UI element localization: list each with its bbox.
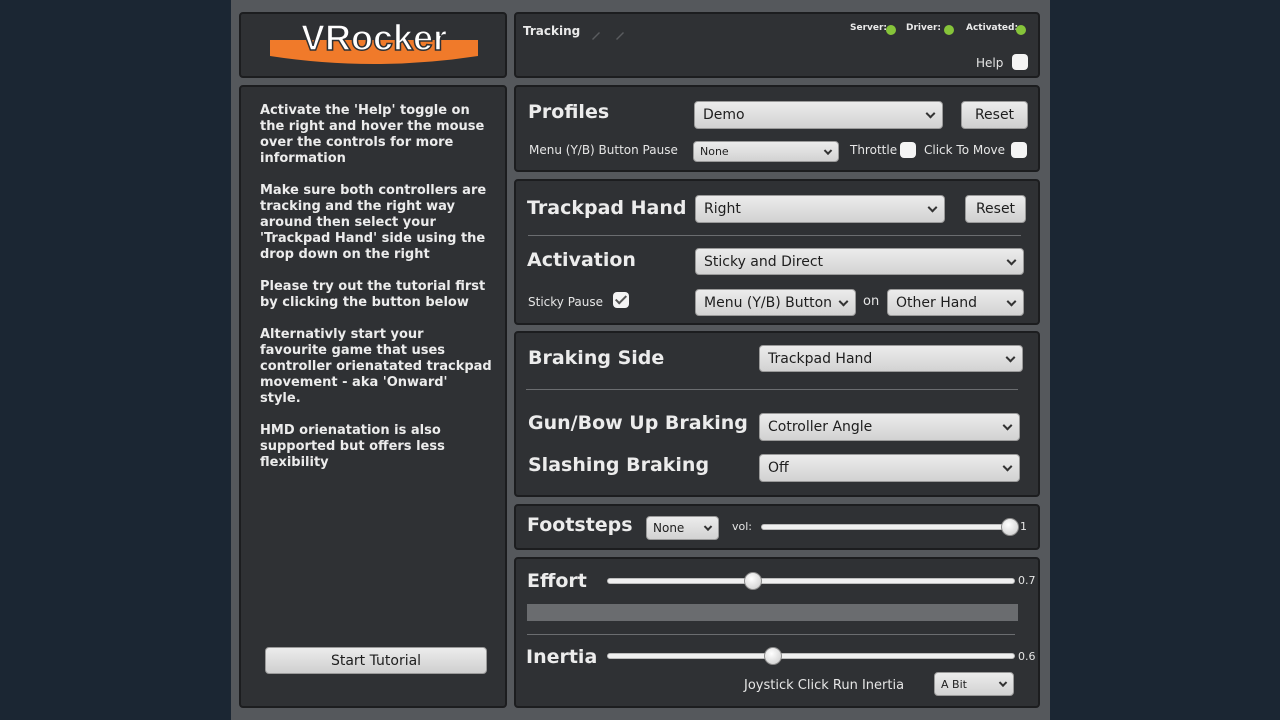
gun-braking-dropdown[interactable]: Cotroller Angle — [759, 413, 1020, 441]
driver-label: Driver: — [906, 23, 942, 33]
divider — [527, 634, 1015, 635]
vrocker-logo: VRocker — [270, 20, 478, 64]
sticky-pause-checkbox[interactable] — [613, 292, 629, 308]
volume-slider-track — [761, 524, 1013, 530]
help-paragraph: Please try out the tutorial first by cli… — [260, 279, 486, 310]
chevron-down-icon — [1006, 255, 1017, 266]
help-text: Activate the 'Help' toggle on the right … — [260, 103, 492, 487]
footsteps-dropdown[interactable]: None — [646, 516, 719, 540]
click-to-move-label: Click To Move — [924, 143, 1006, 157]
logo-panel: VRocker — [239, 12, 507, 78]
profiles-panel: Profiles Demo Reset Menu (Y/B) Button Pa… — [514, 85, 1040, 172]
sticky-pause-label: Sticky Pause — [528, 295, 603, 309]
trackpad-panel: Trackpad Hand Right Reset Activation Sti… — [514, 179, 1040, 325]
effort-slider-thumb[interactable] — [744, 572, 762, 590]
activation-dropdown[interactable]: Sticky and Direct — [695, 248, 1024, 275]
activation-title: Activation — [527, 249, 636, 271]
slashing-braking-dropdown[interactable]: Off — [759, 454, 1020, 482]
braking-panel: Braking Side Trackpad Hand Gun/Bow Up Br… — [514, 331, 1040, 497]
activated-label: Activated: — [966, 23, 1019, 33]
inertia-value: 0.6 — [1018, 650, 1036, 663]
volume-label: vol: — [732, 520, 753, 533]
menu-pause-selected: None — [700, 145, 729, 158]
help-paragraph: Make sure both controllers are tracking … — [260, 183, 487, 262]
svg-text:VRocker: VRocker — [301, 20, 447, 58]
help-paragraph: Activate the 'Help' toggle on the right … — [260, 103, 485, 166]
controller-right-icon — [614, 26, 626, 40]
profiles-title: Profiles — [528, 101, 610, 123]
trackpad-hand-dropdown[interactable]: Right — [695, 195, 945, 223]
controller-left-icon — [590, 26, 602, 40]
server-label: Server: — [850, 23, 888, 33]
sticky-pause-hand-selected: Other Hand — [896, 294, 978, 311]
help-label: Help — [976, 56, 1004, 70]
effort-title: Effort — [527, 570, 587, 592]
chevron-down-icon — [1005, 352, 1016, 363]
gun-braking-title: Gun/Bow Up Braking — [528, 412, 748, 434]
app-window: VRocker Tracking Server: Driver: Activat… — [231, 0, 1050, 720]
menu-pause-dropdown[interactable]: None — [693, 141, 839, 162]
chevron-down-icon — [1002, 461, 1013, 472]
braking-side-title: Braking Side — [528, 347, 665, 369]
divider — [528, 235, 1021, 236]
sticky-pause-button-selected: Menu (Y/B) Button — [704, 294, 833, 311]
chevron-down-icon — [1002, 420, 1013, 431]
throttle-label: Throttle — [850, 143, 898, 157]
profile-dropdown[interactable]: Demo — [694, 101, 943, 129]
joystick-run-inertia-dropdown[interactable]: A Bit — [934, 672, 1014, 696]
help-paragraph: Alternativly start your favourite game t… — [260, 327, 492, 406]
slashing-braking-title: Slashing Braking — [528, 454, 710, 476]
status-panel: Tracking Server: Driver: Activated: Help — [514, 12, 1040, 78]
chevron-down-icon — [925, 108, 936, 119]
chevron-down-icon — [927, 202, 938, 213]
profile-selected: Demo — [703, 107, 745, 123]
chevron-down-icon — [838, 296, 849, 307]
braking-side-dropdown[interactable]: Trackpad Hand — [759, 345, 1023, 372]
volume-slider-thumb[interactable] — [1001, 518, 1019, 536]
inertia-title: Inertia — [526, 646, 598, 668]
help-paragraph: HMD orienatation is also supported but o… — [260, 423, 445, 470]
server-status-indicator — [886, 25, 896, 35]
help-text-panel: Activate the 'Help' toggle on the right … — [239, 85, 507, 708]
trackpad-hand-title: Trackpad Hand — [527, 197, 687, 219]
divider — [526, 389, 1018, 390]
footsteps-title: Footsteps — [527, 514, 633, 536]
inertia-slider[interactable] — [607, 647, 1017, 665]
click-to-move-toggle[interactable] — [1011, 142, 1027, 158]
chevron-down-icon — [1006, 296, 1017, 307]
start-tutorial-button[interactable]: Start Tutorial — [265, 647, 487, 674]
chevron-down-icon — [823, 146, 833, 155]
menu-pause-label: Menu (Y/B) Button Pause — [529, 143, 678, 157]
volume-value: 1 — [1020, 520, 1027, 533]
footsteps-selected: None — [653, 521, 685, 535]
effort-slider[interactable] — [607, 572, 1017, 590]
sticky-pause-button-dropdown[interactable]: Menu (Y/B) Button — [695, 289, 856, 316]
driver-status-indicator — [944, 25, 954, 35]
braking-side-selected: Trackpad Hand — [768, 350, 873, 367]
effort-slider-track — [607, 578, 1015, 584]
joystick-run-inertia-label: Joystick Click Run Inertia — [744, 678, 905, 693]
joystick-run-inertia-selected: A Bit — [941, 677, 967, 691]
chevron-down-icon — [703, 522, 713, 532]
throttle-toggle[interactable] — [900, 142, 916, 158]
chevron-down-icon — [998, 678, 1008, 688]
activated-status-indicator — [1016, 25, 1026, 35]
volume-slider[interactable] — [761, 518, 1019, 536]
activation-selected: Sticky and Direct — [704, 253, 824, 270]
tracking-label: Tracking — [523, 24, 581, 38]
profile-reset-button[interactable]: Reset — [961, 101, 1028, 129]
help-toggle[interactable] — [1012, 54, 1028, 70]
slashing-braking-selected: Off — [768, 460, 789, 476]
gun-braking-selected: Cotroller Angle — [768, 419, 873, 435]
trackpad-hand-selected: Right — [704, 201, 741, 217]
effort-meter-bar — [527, 604, 1018, 621]
effort-panel: Effort 0.7 Inertia 0.6 Joystick Click Ru… — [514, 557, 1040, 708]
sticky-pause-hand-dropdown[interactable]: Other Hand — [887, 289, 1024, 316]
effort-value: 0.7 — [1018, 574, 1036, 587]
trackpad-reset-button[interactable]: Reset — [965, 195, 1026, 223]
footsteps-panel: Footsteps None vol: 1 — [514, 504, 1040, 550]
on-label: on — [863, 294, 880, 309]
inertia-slider-track — [607, 653, 1015, 659]
inertia-slider-thumb[interactable] — [764, 647, 782, 665]
